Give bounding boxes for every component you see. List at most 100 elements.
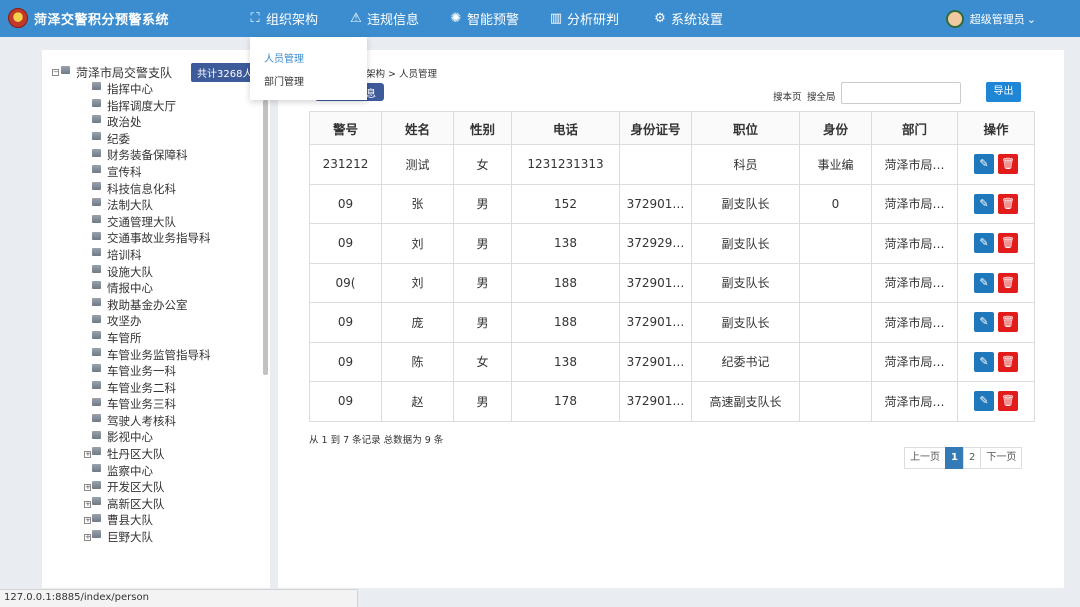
table-row[interactable]: 09(刘男 188 372901… 副支队长 菏泽市局… ✎ 🗑 (309, 262, 1035, 303)
tree-item[interactable]: 宣传科 (92, 164, 211, 181)
collapse-icon[interactable]: − (52, 69, 59, 76)
table-row[interactable]: 09 赵男 178 372901… 高速副支队长 菏泽市局… ✎ 🗑 (309, 381, 1035, 422)
column-header[interactable]: 职位 (691, 111, 800, 145)
total-count-badge: 共计3268人 (191, 63, 259, 82)
tree-item[interactable]: 车管所 (92, 330, 211, 347)
tree-item[interactable]: 设施大队 (92, 264, 211, 281)
tree-item[interactable]: 攻坚办 (92, 313, 211, 330)
next-page-button[interactable]: 下一页 (980, 447, 1023, 469)
page-1-button[interactable]: 1 (945, 447, 964, 469)
tree-item[interactable]: 救助基金办公室 (92, 297, 211, 314)
column-header[interactable]: 部门 (871, 111, 958, 145)
nav-settings[interactable]: ⚙ 系统设置 (653, 0, 723, 37)
edit-icon[interactable]: ✎ (974, 272, 994, 293)
tree-item-label: 政治处 (107, 115, 142, 130)
menu-item-person-management[interactable]: 人员管理 (264, 50, 304, 65)
table-cell: 女 (453, 144, 512, 185)
tree-item-label: 财务装备保障科 (107, 148, 188, 163)
actions-cell: ✎ 🗑 (957, 183, 1035, 224)
nav-org-structure[interactable]: ⛶ 组织架构 (248, 0, 318, 37)
search-page-label[interactable]: 搜本页 (773, 89, 802, 103)
table-row[interactable]: 09 刘男 138 372929… 副支队长 菏泽市局… ✎ 🗑 (309, 223, 1035, 264)
delete-icon[interactable]: 🗑 (998, 351, 1018, 372)
tree-item[interactable]: + 开发区大队 (84, 479, 211, 496)
tree-item[interactable]: 监察中心 (92, 463, 211, 480)
tree-item[interactable]: 指挥调度大厅 (92, 98, 211, 115)
tree-list: 指挥中心 指挥调度大厅 政治处 纪委 财务装备保障科 宣传科科技信息化科 法制大队 交通管理大… (84, 81, 211, 546)
expand-icon[interactable]: + (84, 500, 91, 508)
tree-item[interactable]: 情报中心 (92, 280, 211, 297)
tree-root[interactable]: − 菏泽市局交警支队 (52, 64, 172, 81)
table-row[interactable]: 09 张男 152 372901… 副支队长 0 菏泽市局… ✎ 🗑 (309, 183, 1035, 224)
table-cell: 1231231313 (511, 144, 620, 185)
folder-icon (92, 165, 101, 174)
column-header[interactable]: 姓名 (381, 111, 454, 145)
table-cell: 男 (453, 302, 512, 343)
tree-item[interactable]: + 高新区大队 (84, 496, 211, 513)
nav-label: 智能预警 (467, 13, 520, 28)
tree-item[interactable]: 车管业务一科 (92, 363, 211, 380)
table-cell: 372929… (619, 223, 692, 264)
folder-icon (92, 414, 101, 423)
tree-item[interactable]: 影视中心 (92, 429, 211, 446)
export-button[interactable]: 导出 (986, 82, 1021, 102)
brand[interactable]: 菏泽交警积分预警系统 (8, 7, 169, 29)
table-cell: 372901… (619, 381, 692, 422)
tree-item[interactable]: 法制大队 (92, 197, 211, 214)
tree-item-label: 宣传科 (107, 164, 142, 179)
prev-page-button[interactable]: 上一页 (904, 447, 946, 469)
tree-item-label: 指挥调度大厅 (107, 98, 176, 113)
tree-item[interactable]: 车管业务监管指导科 (92, 347, 211, 364)
tree-item[interactable]: 纪委 (92, 131, 211, 148)
edit-icon[interactable]: ✎ (974, 193, 994, 214)
table-cell: 副支队长 (691, 302, 800, 343)
nav-violations[interactable]: ⚠ 违规信息 (349, 0, 419, 37)
tree-scrollbar[interactable] (263, 100, 268, 375)
table-row[interactable]: 231212 测试女 1231231313 科员 事业编 菏泽市局… ✎ 🗑 (309, 144, 1035, 185)
table-cell: 372901… (619, 302, 692, 343)
tree-item[interactable]: 交通事故业务指导科 (92, 230, 211, 247)
nav-smart-alert[interactable]: ✺ 智能预警 (449, 0, 519, 37)
expand-icon[interactable]: + (84, 451, 91, 459)
tree-item[interactable]: 政治处 (92, 114, 211, 131)
nav-analysis[interactable]: ▥ 分析研判 (549, 0, 619, 37)
delete-icon[interactable]: 🗑 (998, 312, 1018, 333)
delete-icon[interactable]: 🗑 (998, 233, 1018, 254)
edit-icon[interactable]: ✎ (974, 154, 994, 175)
delete-icon[interactable]: 🗑 (998, 391, 1018, 412)
tree-item[interactable]: + 牡丹区大队 (84, 446, 211, 463)
column-header[interactable]: 操作 (957, 111, 1035, 145)
edit-icon[interactable]: ✎ (974, 351, 994, 372)
tree-item[interactable]: + 曹县大队 (84, 512, 211, 529)
tree-item[interactable]: 培训科 (92, 247, 211, 264)
edit-icon[interactable]: ✎ (974, 391, 994, 412)
column-header[interactable]: 身份证号 (619, 111, 692, 145)
search-input[interactable] (841, 82, 961, 104)
tree-item[interactable]: 财务装备保障科 (92, 147, 211, 164)
tree-item[interactable]: 车管业务二科 (92, 380, 211, 397)
search-all-label[interactable]: 搜全局 (807, 89, 836, 103)
edit-icon[interactable]: ✎ (974, 312, 994, 333)
tree-item[interactable]: 科技信息化科 (92, 181, 211, 198)
delete-icon[interactable]: 🗑 (998, 193, 1018, 214)
expand-icon[interactable]: + (84, 484, 91, 492)
tree-item[interactable]: + 巨野大队 (84, 529, 211, 546)
edit-icon[interactable]: ✎ (974, 233, 994, 254)
table-row[interactable]: 09 陈女 138 372901… 纪委书记 菏泽市局… ✎ 🗑 (309, 341, 1035, 382)
tree-item[interactable]: 车管业务三科 (92, 396, 211, 413)
user-menu[interactable]: 超级管理员 ⌄ (945, 10, 1036, 28)
tree-item[interactable]: 驾驶人考核科 (92, 413, 211, 430)
delete-icon[interactable]: 🗑 (998, 272, 1018, 293)
column-header[interactable]: 警号 (309, 111, 382, 145)
column-header[interactable]: 身份 (799, 111, 872, 145)
tree-item[interactable]: 交通管理大队 (92, 214, 211, 231)
page-2-button[interactable]: 2 (962, 447, 982, 469)
table-row[interactable]: 09 庞男 188 372901… 副支队长 菏泽市局… ✎ 🗑 (309, 302, 1035, 343)
column-header[interactable]: 电话 (511, 111, 620, 145)
menu-item-department-management[interactable]: 部门管理 (264, 73, 304, 88)
tree-item[interactable]: 指挥中心 (92, 81, 211, 98)
column-header[interactable]: 性别 (453, 111, 512, 145)
expand-icon[interactable]: + (84, 534, 91, 542)
delete-icon[interactable]: 🗑 (998, 154, 1018, 175)
expand-icon[interactable]: + (84, 517, 91, 525)
